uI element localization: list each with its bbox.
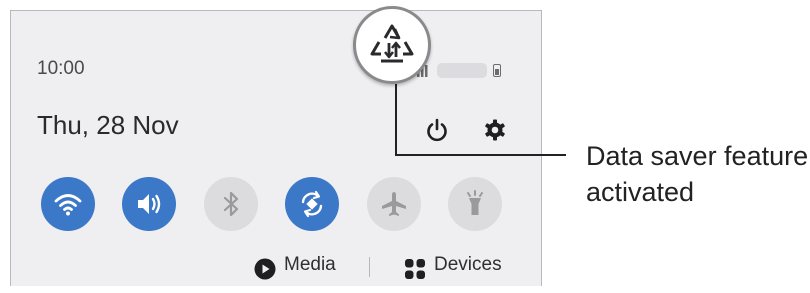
data-saver-icon: [370, 24, 414, 63]
callout-label-line1: Data saver feature: [586, 141, 809, 171]
callout-label-line2: activated: [586, 177, 695, 207]
callout-label: Data saver feature activated: [586, 138, 808, 210]
data-saver-callout: [353, 6, 431, 84]
